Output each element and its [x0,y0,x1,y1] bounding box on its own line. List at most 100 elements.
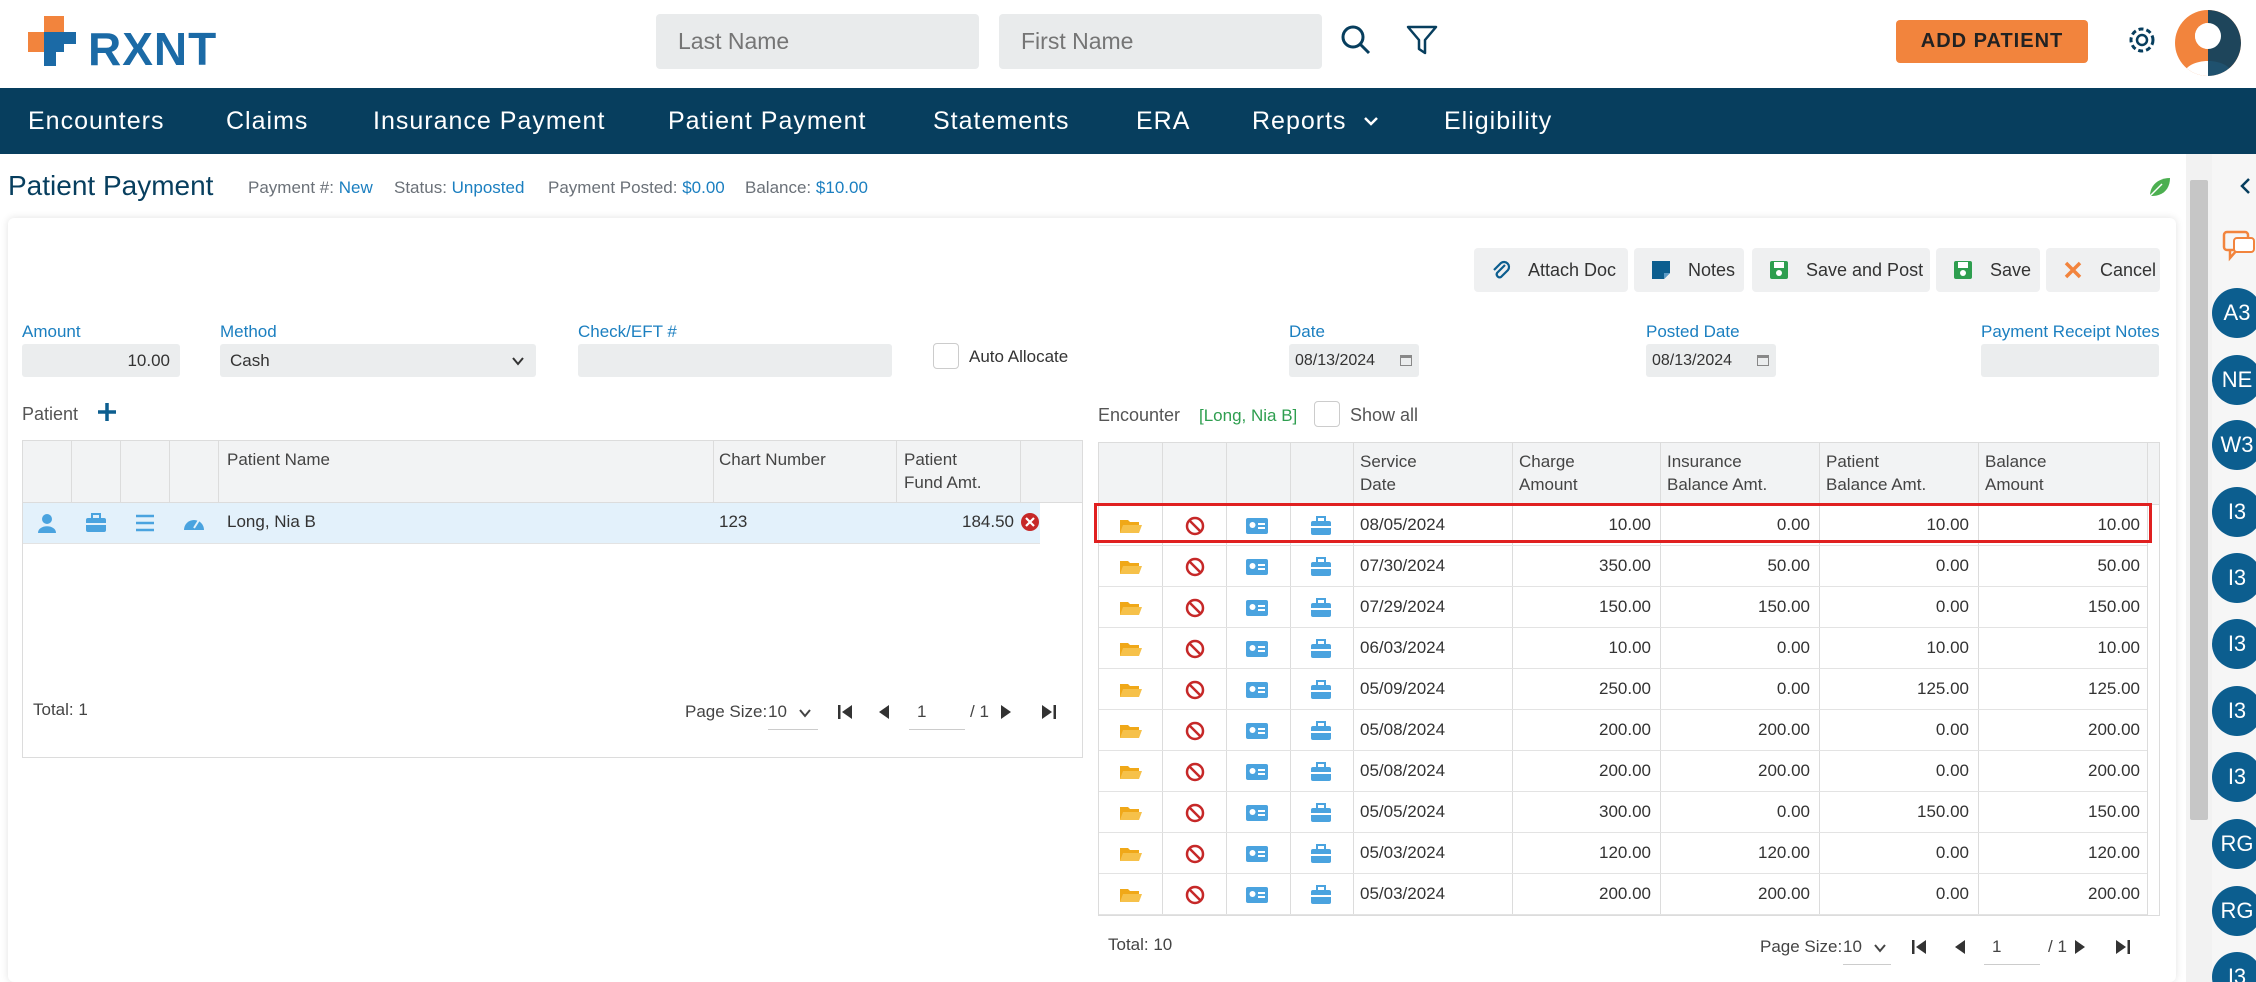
ban-icon[interactable] [1183,597,1207,619]
col-service-date-2[interactable]: Date [1360,473,1396,496]
folder-open-icon[interactable] [1119,843,1143,865]
attach-doc-button[interactable]: Attach Doc [1474,248,1628,292]
gear-icon[interactable] [2124,22,2160,58]
col-patient-balance-1[interactable]: Patient [1826,450,1879,473]
folder-open-icon[interactable] [1119,884,1143,906]
ban-icon[interactable] [1183,884,1207,906]
patient-page-size-select[interactable]: 10 [768,702,818,730]
briefcase-icon[interactable] [1309,556,1333,578]
encounter-row[interactable]: 05/03/2024 200.00 200.00 0.00 200.00 [1099,874,2147,915]
date-input[interactable]: 08/13/2024 [1289,344,1419,377]
col-patient-fund-1[interactable]: Patient [904,448,957,471]
folder-open-icon[interactable] [1119,679,1143,701]
id-card-icon[interactable] [1245,761,1269,783]
col-charge-amount-2[interactable]: Amount [1519,473,1578,496]
col-insurance-balance-1[interactable]: Insurance [1667,450,1742,473]
col-charge-amount-1[interactable]: Charge [1519,450,1575,473]
id-card-icon[interactable] [1245,597,1269,619]
col-service-date-1[interactable]: Service [1360,450,1417,473]
ban-icon[interactable] [1183,679,1207,701]
save-and-post-button[interactable]: Save and Post [1752,248,1930,292]
nav-statements[interactable]: Statements [933,88,1069,154]
encounter-row[interactable]: 06/03/2024 10.00 0.00 10.00 10.00 [1099,628,2147,669]
patient-page-input[interactable]: 1 [909,702,965,730]
first-page-icon[interactable] [836,703,856,721]
id-card-icon[interactable] [1245,720,1269,742]
side-button-8[interactable]: I3 [2212,752,2256,802]
col-insurance-balance-2[interactable]: Balance Amt. [1667,473,1767,496]
gauge-icon[interactable] [182,512,206,534]
briefcase-icon[interactable] [1309,884,1333,906]
rxnt-logo[interactable]: RXNT [28,16,228,75]
folder-open-icon[interactable] [1119,638,1143,660]
briefcase-icon[interactable] [1309,843,1333,865]
page-scrollbar-thumb[interactable] [2190,180,2208,820]
id-card-icon[interactable] [1245,638,1269,660]
id-card-icon[interactable] [1245,679,1269,701]
last-name-input[interactable] [656,14,979,69]
first-page-icon[interactable] [1910,938,1930,956]
col-balance-amount-2[interactable]: Amount [1985,473,2044,496]
col-chart-number[interactable]: Chart Number [719,448,826,471]
amount-input[interactable]: 10.00 [22,344,180,377]
briefcase-icon[interactable] [1309,597,1333,619]
id-card-icon[interactable] [1245,556,1269,578]
briefcase-icon[interactable] [1309,679,1333,701]
encounter-row[interactable]: 05/08/2024 200.00 200.00 0.00 200.00 [1099,751,2147,792]
prev-page-icon[interactable] [876,703,892,721]
reports-chevron-down-icon[interactable] [1362,112,1380,130]
col-patient-fund-2[interactable]: Fund Amt. [904,471,981,494]
nav-reports[interactable]: Reports [1252,88,1347,154]
briefcase-icon[interactable] [84,512,108,534]
nav-era[interactable]: ERA [1136,88,1190,154]
folder-open-icon[interactable] [1119,802,1143,824]
auto-allocate-checkbox[interactable] [933,343,959,369]
briefcase-icon[interactable] [1309,761,1333,783]
side-button-7[interactable]: I3 [2212,686,2256,736]
folder-open-icon[interactable] [1119,556,1143,578]
ban-icon[interactable] [1183,843,1207,865]
folder-open-icon[interactable] [1119,761,1143,783]
search-icon[interactable] [1338,22,1374,58]
side-button-1[interactable]: A3 [2212,288,2256,338]
encounter-page-size-select[interactable]: 10 [1843,937,1891,965]
receipt-notes-input[interactable] [1981,344,2159,377]
encounter-row[interactable]: 07/30/2024 350.00 50.00 0.00 50.00 [1099,546,2147,587]
list-icon[interactable] [133,512,157,534]
encounter-row[interactable]: 05/09/2024 250.00 0.00 125.00 125.00 [1099,669,2147,710]
briefcase-icon[interactable] [1309,802,1333,824]
last-page-icon[interactable] [2112,938,2132,956]
side-button-10[interactable]: RG [2212,886,2256,936]
col-balance-amount-1[interactable]: Balance [1985,450,2046,473]
nav-patient-payment[interactable]: Patient Payment [668,88,866,154]
folder-open-icon[interactable] [1119,597,1143,619]
encounter-row[interactable]: 07/29/2024 150.00 150.00 0.00 150.00 [1099,587,2147,628]
encounter-row[interactable]: 05/05/2024 300.00 0.00 150.00 150.00 [1099,792,2147,833]
person-icon[interactable] [35,512,59,534]
calendar-icon[interactable] [1399,353,1413,367]
chevron-left-icon[interactable] [2238,176,2254,196]
side-button-4[interactable]: I3 [2212,487,2256,537]
nav-eligibility[interactable]: Eligibility [1444,88,1552,154]
user-avatar[interactable] [2175,10,2241,76]
side-button-3[interactable]: W3 [2212,420,2256,470]
ban-icon[interactable] [1183,761,1207,783]
show-all-checkbox[interactable] [1314,401,1340,427]
col-patient-balance-2[interactable]: Balance Amt. [1826,473,1926,496]
leaf-icon[interactable] [2148,176,2172,198]
patient-row[interactable]: Long, Nia B 123 184.50 [23,503,1040,543]
next-page-icon[interactable] [2072,938,2088,956]
side-button-2[interactable]: NE [2212,355,2256,405]
ban-icon[interactable] [1183,802,1207,824]
add-patient-button[interactable]: ADD PATIENT [1896,20,2088,63]
notes-button[interactable]: Notes [1634,248,1744,292]
chat-icon[interactable] [2222,230,2256,262]
side-button-6[interactable]: I3 [2212,619,2256,669]
nav-encounters[interactable]: Encounters [28,88,164,154]
calendar-icon[interactable] [1756,353,1770,367]
prev-page-icon[interactable] [1952,938,1968,956]
id-card-icon[interactable] [1245,802,1269,824]
briefcase-icon[interactable] [1309,720,1333,742]
posted-date-input[interactable]: 08/13/2024 [1646,344,1776,377]
method-select[interactable]: Cash [220,344,536,377]
